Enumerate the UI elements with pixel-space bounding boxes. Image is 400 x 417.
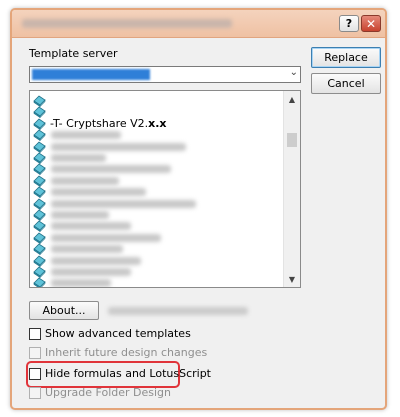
list-item[interactable] xyxy=(33,232,283,244)
checkbox-label: Show advanced templates xyxy=(45,327,191,340)
list-item[interactable] xyxy=(33,175,283,187)
template-server-dropdown[interactable]: ⌄ xyxy=(29,66,301,83)
about-button[interactable]: About... xyxy=(29,301,99,320)
list-item-redacted xyxy=(51,176,119,185)
title-bar[interactable]: ? ✕ xyxy=(12,10,385,38)
checkbox-label: Upgrade Folder Design xyxy=(45,386,171,399)
scroll-thumb[interactable] xyxy=(287,133,297,147)
template-name: -T- Cryptshare V2. xyxy=(50,116,149,130)
list-item-redacted xyxy=(51,131,121,140)
checkbox-box xyxy=(29,347,41,359)
list-item[interactable] xyxy=(33,266,283,278)
template-server-label: Template server xyxy=(29,47,118,60)
dialog-title-redacted xyxy=(22,19,232,28)
template-version: x.x xyxy=(148,116,167,130)
list-item-redacted xyxy=(51,222,131,231)
vertical-scrollbar[interactable]: ▲ ▼ xyxy=(283,91,300,287)
replace-button[interactable]: Replace xyxy=(311,47,381,68)
checkbox-box[interactable] xyxy=(29,328,41,340)
list-item[interactable] xyxy=(33,152,283,164)
list-item[interactable] xyxy=(33,95,283,107)
replace-design-dialog: ? ✕ Template server ⌄ Replace Cancel -T-… xyxy=(10,8,387,410)
list-item-redacted xyxy=(51,245,123,254)
list-item-redacted xyxy=(51,188,146,197)
list-item-redacted xyxy=(51,233,161,242)
list-item-label: -T- Cryptshare V2.x.x xyxy=(50,117,167,130)
list-item-redacted xyxy=(51,279,111,287)
list-item[interactable] xyxy=(33,220,283,233)
list-item[interactable] xyxy=(33,209,283,221)
checkbox-box[interactable] xyxy=(29,368,41,380)
list-item-redacted xyxy=(51,211,109,219)
help-button[interactable]: ? xyxy=(339,15,359,32)
list-item-redacted xyxy=(51,256,141,265)
list-item[interactable] xyxy=(33,186,283,199)
list-item-redacted xyxy=(51,154,106,162)
list-item[interactable]: -T- Cryptshare V2.x.x xyxy=(33,117,283,130)
scroll-down-icon[interactable]: ▼ xyxy=(284,271,300,287)
list-item[interactable] xyxy=(33,198,283,210)
template-list[interactable]: -T- Cryptshare V2.x.x ▲ ▼ xyxy=(29,90,301,288)
list-item-redacted xyxy=(51,142,186,151)
list-item[interactable] xyxy=(33,163,283,176)
list-item[interactable] xyxy=(33,129,283,142)
list-item[interactable] xyxy=(33,243,283,256)
checkbox-label: Hide formulas and LotusScript xyxy=(45,367,211,380)
cancel-button[interactable]: Cancel xyxy=(311,73,381,94)
chevron-down-icon[interactable]: ⌄ xyxy=(290,67,298,78)
checkbox-label: Inherit future design changes xyxy=(45,346,208,359)
selected-server-redacted xyxy=(32,69,150,80)
list-item-redacted xyxy=(51,199,196,208)
scroll-up-icon[interactable]: ▲ xyxy=(284,91,300,107)
template-info-redacted xyxy=(108,307,248,315)
list-item[interactable] xyxy=(33,141,283,153)
list-item-redacted xyxy=(51,165,171,174)
list-item-redacted xyxy=(51,268,131,276)
checkbox-box xyxy=(29,387,41,399)
list-item[interactable] xyxy=(33,277,283,287)
close-button[interactable]: ✕ xyxy=(361,15,381,32)
list-item[interactable] xyxy=(33,255,283,267)
